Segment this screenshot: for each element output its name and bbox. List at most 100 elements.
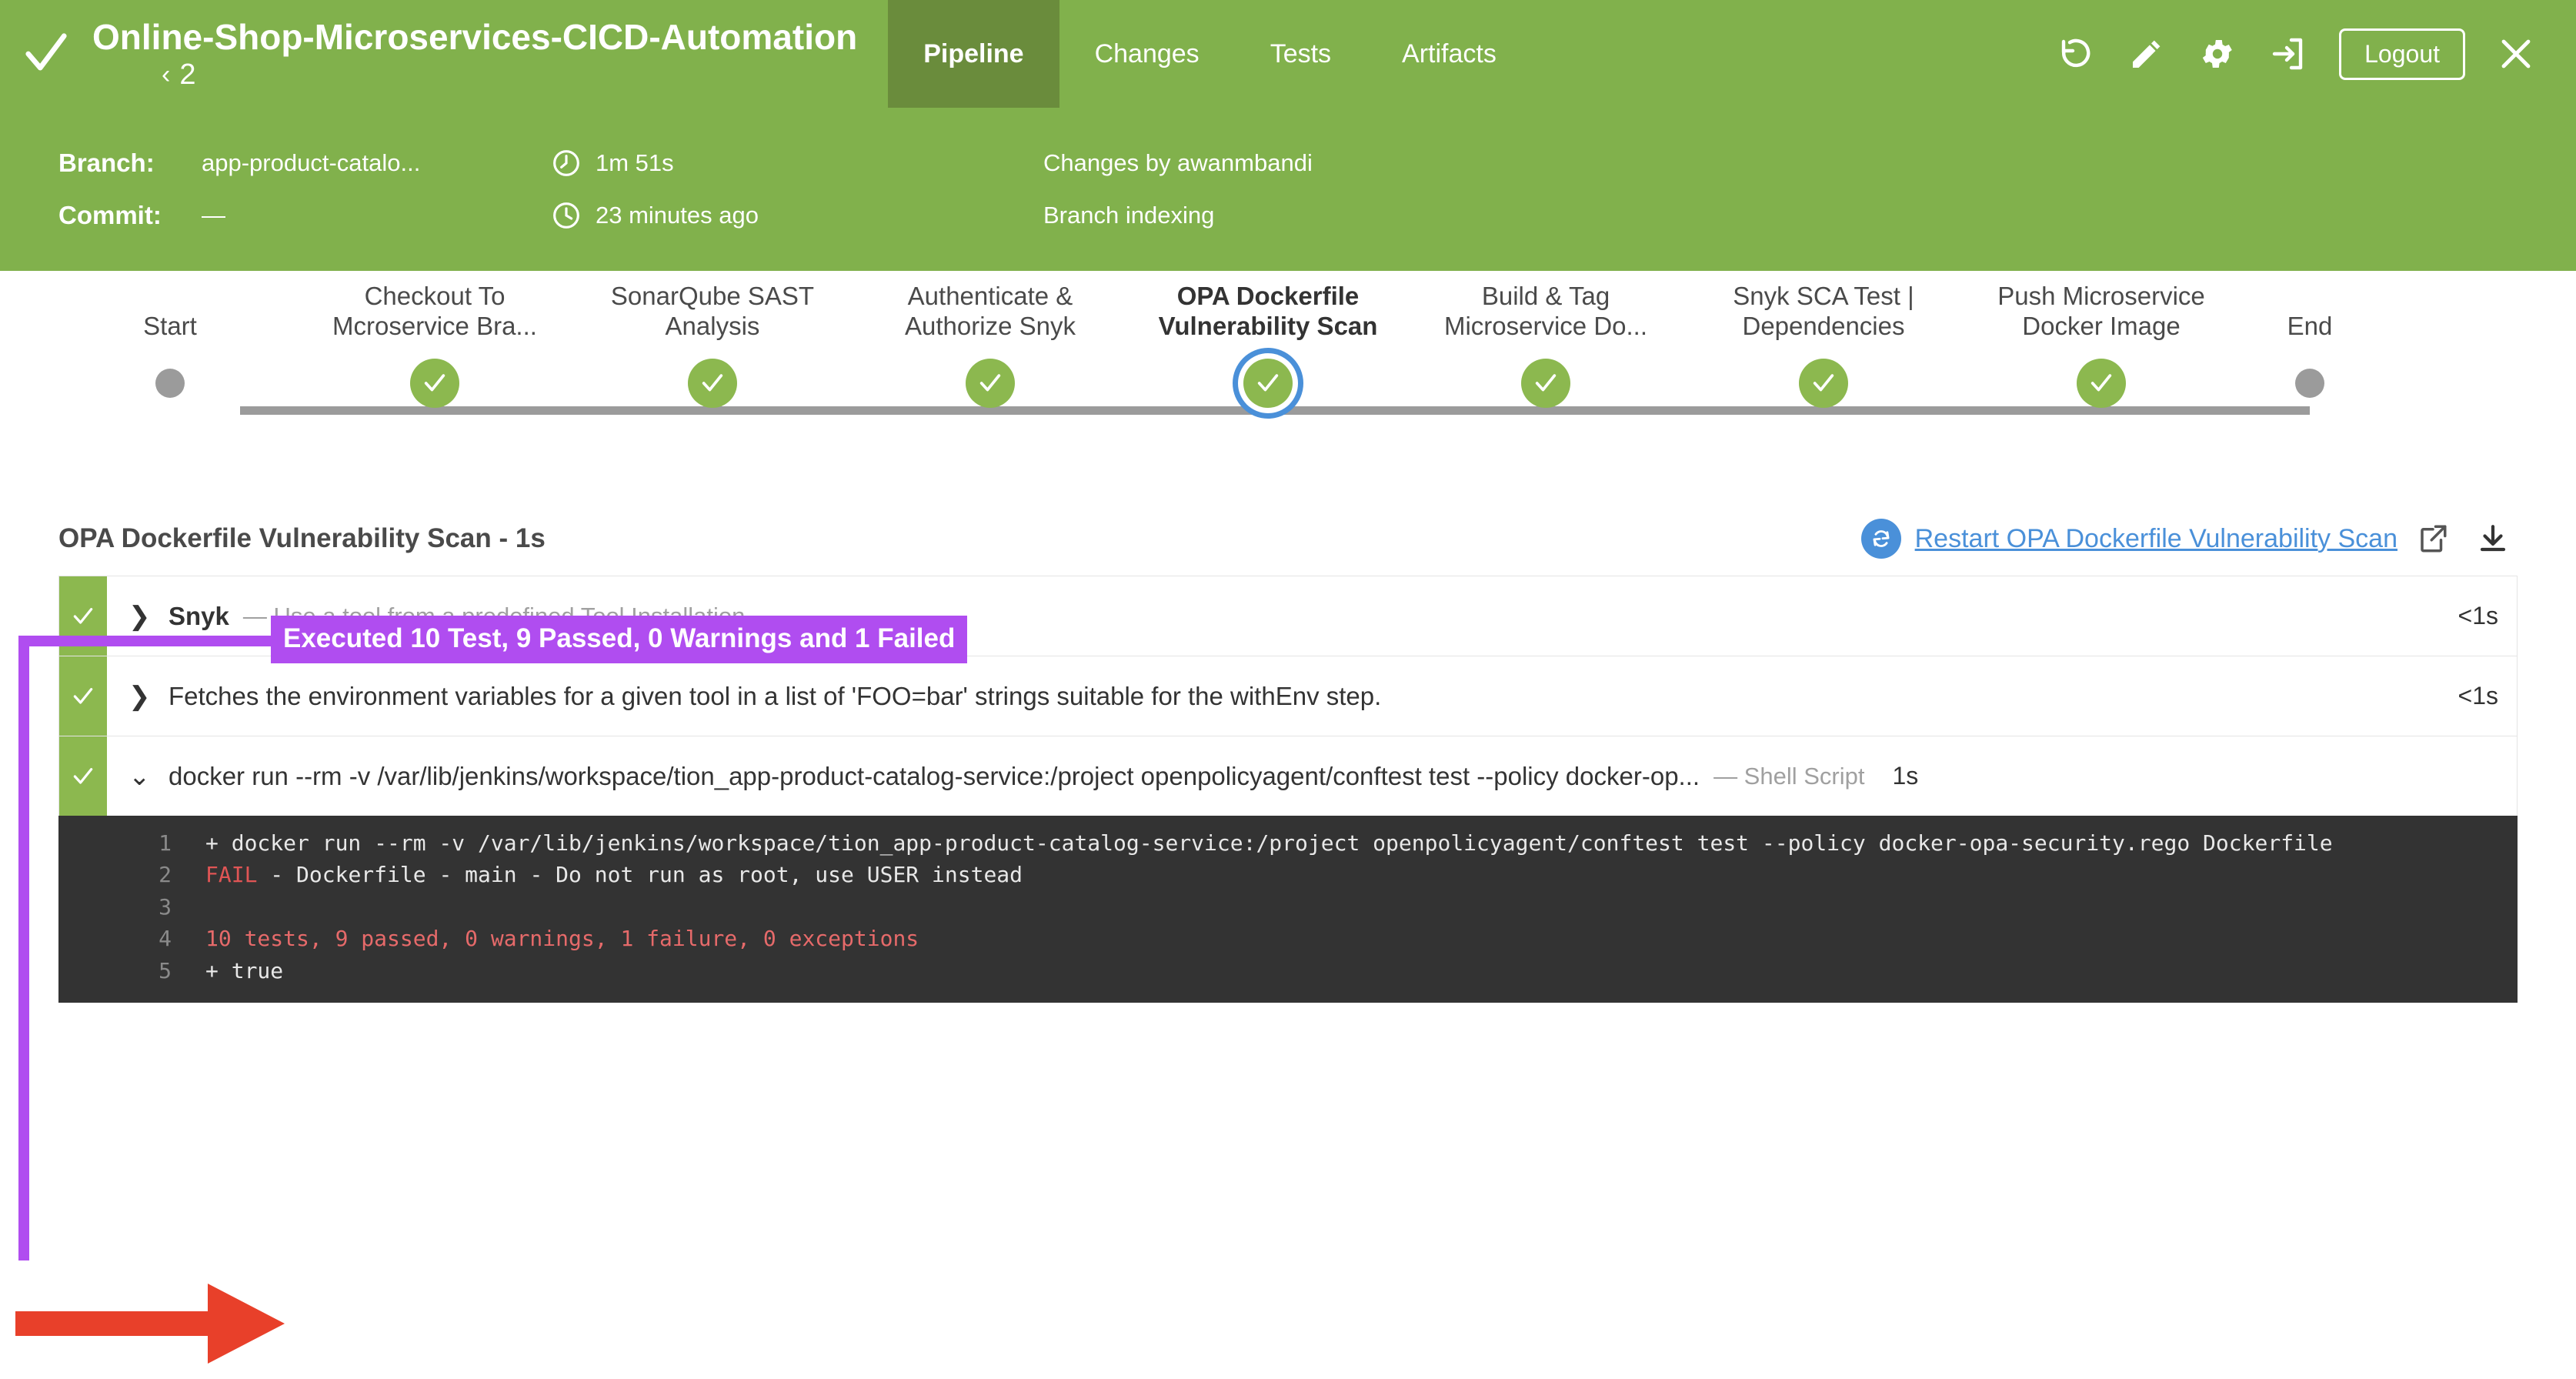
console-line: 1 + docker run --rm -v /var/lib/jenkins/… [59, 827, 2517, 859]
exit-icon [2272, 38, 2303, 70]
pipeline-node-end[interactable]: End [2237, 271, 2383, 398]
stage-label-checkout: Checkout To Mcroservice Bra... [332, 282, 537, 341]
commit-row: Commit: — [58, 199, 551, 232]
cause-row: Branch indexing [1043, 199, 1582, 232]
meta-column-timing: 1m 51s 23 minutes ago [551, 147, 1043, 232]
check-icon [2090, 374, 2112, 392]
check-icon [1535, 374, 1557, 392]
step-row[interactable]: ❯ Fetches the environment variables for … [58, 656, 2518, 736]
console-line: 2 FAIL - Dockerfile - main - Do not run … [59, 859, 2517, 890]
run-navigation[interactable]: ‹ 2 [92, 60, 857, 89]
stage-label-opa-dockerfile-scan: OPA Dockerfile Vulnerability Scan [1158, 282, 1378, 341]
console-line: 4 10 tests, 9 passed, 0 warnings, 1 fail… [59, 923, 2517, 954]
step-body[interactable]: ❯ Fetches the environment variables for … [107, 656, 2517, 736]
stage-status-node [688, 359, 737, 408]
stage-status-node [966, 359, 1015, 408]
exit-button[interactable] [2256, 22, 2321, 86]
previous-run-chevron-icon[interactable]: ‹ [162, 62, 170, 88]
timeago-value: 23 minutes ago [596, 202, 759, 229]
pipeline-node-opa-dockerfile-scan[interactable]: OPA Dockerfile Vulnerability Scan [1126, 271, 1410, 408]
fail-line-rest: - Dockerfile - main - Do not run as root… [257, 862, 1023, 888]
step-duration: <1s [2458, 602, 2498, 629]
edit-button[interactable] [2114, 22, 2179, 86]
close-button[interactable] [2484, 22, 2548, 86]
check-icon [702, 374, 723, 392]
check-icon [25, 33, 67, 71]
external-link-icon [2421, 525, 2447, 553]
pipeline-node-snyk-sca[interactable]: Snyk SCA Test | Dependencies [1681, 271, 1966, 408]
restart-icon [1873, 530, 1890, 547]
logout-button[interactable]: Logout [2339, 28, 2465, 80]
pipeline-node-sonarqube[interactable]: SonarQube SAST Analysis [570, 271, 855, 408]
tab-pipeline[interactable]: Pipeline [888, 0, 1059, 108]
restart-stage-control[interactable]: Restart OPA Dockerfile Vulnerability Sca… [1860, 519, 2397, 559]
stage-detail-header: OPA Dockerfile Vulnerability Scan - 1s R… [0, 502, 2576, 576]
duration-icon [551, 148, 582, 179]
branch-value: app-product-catalo... [202, 149, 421, 176]
run-number: 2 [179, 58, 196, 92]
pipeline-node-build-tag[interactable]: Build & Tag Microservice Do... [1403, 271, 1688, 408]
settings-button[interactable] [2185, 22, 2250, 86]
edit-icon [2133, 40, 2161, 68]
pipeline-graph-inner: Start Checkout To Mcroservice Bra... Son… [0, 271, 2385, 502]
header-spacer [1532, 0, 2044, 108]
changes-by-value: Changes by awanmbandi [1043, 149, 1313, 176]
step-duration: 1s [1892, 762, 1919, 790]
check-icon [424, 374, 445, 392]
stage-status-node [1521, 359, 1570, 408]
end-node-dot [2295, 369, 2324, 398]
check-icon [1257, 374, 1279, 392]
header-tabs: Pipeline Changes Tests Artifacts [888, 0, 1532, 108]
console-line-text-summary: 10 tests, 9 passed, 0 warnings, 1 failur… [205, 926, 919, 952]
pipeline-node-authenticate-snyk[interactable]: Authenticate & Authorize Snyk [848, 271, 1133, 408]
pipeline-node-start[interactable]: Start [97, 271, 243, 398]
red-arrow-annotation [15, 1284, 285, 1364]
commit-value: — [202, 202, 225, 229]
cause-value: Branch indexing [1043, 202, 1215, 229]
branch-row: Branch: app-product-catalo... [58, 147, 551, 179]
duration-row: 1m 51s [551, 147, 1043, 179]
changes-by-row: Changes by awanmbandi [1043, 147, 1582, 179]
stage-status-node [1799, 359, 1848, 408]
commit-label: Commit: [58, 201, 162, 229]
tab-tests[interactable]: Tests [1235, 0, 1366, 108]
close-icon [2501, 39, 2531, 68]
stage-label-build-tag: Build & Tag Microservice Do... [1443, 282, 1648, 341]
purple-callout-bracket [18, 636, 272, 1260]
console-log[interactable]: 1 + docker run --rm -v /var/lib/jenkins/… [58, 816, 2518, 1003]
restart-icon-button[interactable] [1860, 519, 1901, 559]
step-row[interactable]: ⌄ docker run --rm -v /var/lib/jenkins/wo… [58, 736, 2518, 816]
download-log-button[interactable] [2468, 514, 2518, 563]
check-icon [979, 374, 1001, 392]
chevron-right-icon[interactable]: ❯ [128, 601, 155, 632]
console-line: 5 + true [59, 955, 2517, 987]
stage-label-sonarqube: SonarQube SAST Analysis [610, 282, 815, 341]
branch-label: Branch: [58, 149, 155, 177]
tab-artifacts[interactable]: Artifacts [1366, 0, 1532, 108]
step-duration: <1s [2458, 682, 2498, 710]
duration-value: 1m 51s [596, 149, 674, 176]
check-icon [73, 607, 93, 624]
stage-status-node [410, 359, 459, 408]
stage-label-snyk-sca: Snyk SCA Test | Dependencies [1733, 282, 1914, 341]
download-icon [2480, 525, 2506, 552]
clock-icon [551, 200, 582, 231]
replay-button[interactable] [2044, 22, 2108, 86]
app-header: Online-Shop-Microservices-CICD-Automatio… [0, 0, 2576, 108]
open-log-button[interactable] [2408, 514, 2458, 563]
purple-callout-label: Executed 10 Test, 9 Passed, 0 Warnings a… [271, 616, 968, 663]
step-body[interactable]: ⌄ docker run --rm -v /var/lib/jenkins/wo… [107, 736, 2517, 816]
console-line-text: FAIL - Dockerfile - main - Do not run as… [205, 859, 1053, 890]
meta-column-cause: Changes by awanmbandi Branch indexing [1043, 147, 1582, 232]
replay-icon [2061, 38, 2090, 68]
graph-connector-line [240, 406, 2310, 415]
stage-status-node [2077, 359, 2126, 408]
pipeline-node-checkout[interactable]: Checkout To Mcroservice Bra... [292, 271, 577, 408]
stage-label-push-image: Push Microservice Docker Image [1997, 282, 2205, 341]
restart-stage-link[interactable]: Restart OPA Dockerfile Vulnerability Sca… [1915, 524, 2397, 554]
check-icon [1813, 374, 1834, 392]
pipeline-node-push-image[interactable]: Push Microservice Docker Image [1959, 271, 2244, 408]
start-node-dot [155, 369, 185, 398]
tab-changes[interactable]: Changes [1059, 0, 1235, 108]
console-line-text: + docker run --rm -v /var/lib/jenkins/wo… [205, 830, 2333, 856]
